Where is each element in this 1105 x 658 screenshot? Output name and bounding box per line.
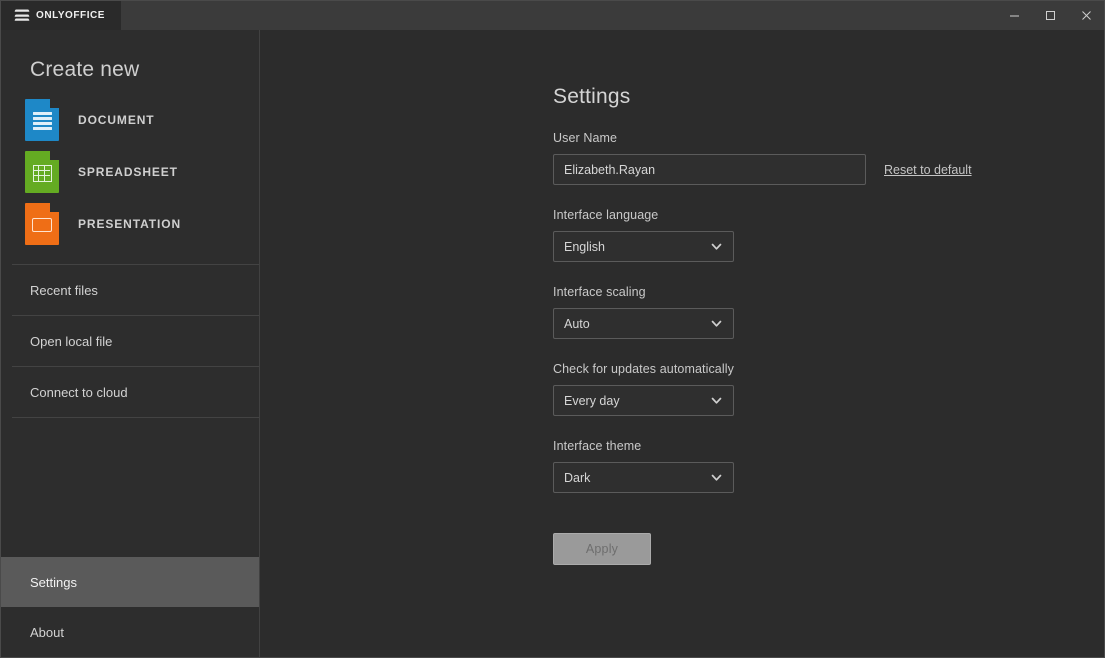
app-tab-label: ONLYOFFICE xyxy=(36,10,105,21)
sidebar-item-label: Settings xyxy=(30,575,77,590)
user-name-label: User Name xyxy=(553,131,1104,145)
apply-row: Apply xyxy=(553,533,1104,565)
settings-panel: Settings User Name Reset to default Inte… xyxy=(260,30,1104,657)
document-file-icon xyxy=(25,99,59,141)
chevron-down-icon xyxy=(710,471,723,484)
user-name-row: Reset to default xyxy=(553,154,1104,185)
sidebar-item-label: Connect to cloud xyxy=(30,385,128,400)
sidebar-item-connect-to-cloud[interactable]: Connect to cloud xyxy=(1,367,259,417)
interface-scaling-select[interactable]: Auto xyxy=(553,308,734,339)
interface-theme-label: Interface theme xyxy=(553,439,1104,453)
sidebar: Create new DOCUMENT xyxy=(1,30,260,657)
create-item-label: PRESENTATION xyxy=(78,217,181,231)
check-updates-value: Every day xyxy=(564,394,710,408)
minimize-button[interactable] xyxy=(996,1,1032,30)
sidebar-item-recent-files[interactable]: Recent files xyxy=(1,265,259,315)
chevron-down-icon xyxy=(710,240,723,253)
sidebar-item-about[interactable]: About xyxy=(1,607,259,657)
interface-language-select[interactable]: English xyxy=(553,231,734,262)
app-tab-onlyoffice[interactable]: ONLYOFFICE xyxy=(1,1,121,30)
maximize-button[interactable] xyxy=(1032,1,1068,30)
interface-scaling-value: Auto xyxy=(564,317,710,331)
window-controls xyxy=(996,1,1104,30)
create-item-label: SPREADSHEET xyxy=(78,165,178,179)
sidebar-item-label: About xyxy=(30,625,64,640)
title-bar: ONLYOFFICE xyxy=(1,1,1104,30)
apply-button[interactable]: Apply xyxy=(553,533,651,565)
window-body: Create new DOCUMENT xyxy=(1,30,1104,657)
presentation-file-icon xyxy=(25,203,59,245)
interface-theme-value: Dark xyxy=(564,471,710,485)
page-title: Settings xyxy=(553,85,1104,109)
create-item-label: DOCUMENT xyxy=(78,113,155,127)
sidebar-item-settings[interactable]: Settings xyxy=(1,557,259,607)
field-user-name: User Name Reset to default xyxy=(553,131,1104,185)
sidebar-item-label: Recent files xyxy=(30,283,98,298)
field-interface-theme: Interface theme Dark xyxy=(553,439,1104,493)
reset-to-default-link[interactable]: Reset to default xyxy=(884,163,972,177)
maximize-icon xyxy=(1045,10,1056,21)
chevron-down-icon xyxy=(710,317,723,330)
create-new-heading: Create new xyxy=(1,30,259,88)
chevron-down-icon xyxy=(710,394,723,407)
create-item-spreadsheet[interactable]: SPREADSHEET xyxy=(1,146,259,198)
create-item-presentation[interactable]: PRESENTATION xyxy=(1,198,259,250)
check-updates-label: Check for updates automatically xyxy=(553,362,1104,376)
onlyoffice-logo-icon xyxy=(15,9,29,22)
close-button[interactable] xyxy=(1068,1,1104,30)
create-item-document[interactable]: DOCUMENT xyxy=(1,94,259,146)
field-interface-language: Interface language English xyxy=(553,208,1104,262)
check-updates-select[interactable]: Every day xyxy=(553,385,734,416)
close-icon xyxy=(1081,10,1092,21)
interface-theme-select[interactable]: Dark xyxy=(553,462,734,493)
sidebar-empty-space xyxy=(1,418,259,557)
sidebar-item-label: Open local file xyxy=(30,334,112,349)
interface-language-label: Interface language xyxy=(553,208,1104,222)
create-new-list: DOCUMENT SPREADSHEET xyxy=(1,88,259,264)
minimize-icon xyxy=(1009,10,1020,21)
field-check-updates: Check for updates automatically Every da… xyxy=(553,362,1104,416)
titlebar-drag-region[interactable] xyxy=(121,1,996,30)
onlyoffice-main-window: ONLYOFFICE Create new xyxy=(0,0,1105,658)
spreadsheet-file-icon xyxy=(25,151,59,193)
field-interface-scaling: Interface scaling Auto xyxy=(553,285,1104,339)
interface-scaling-label: Interface scaling xyxy=(553,285,1104,299)
interface-language-value: English xyxy=(564,240,710,254)
sidebar-item-open-local-file[interactable]: Open local file xyxy=(1,316,259,366)
user-name-input[interactable] xyxy=(553,154,866,185)
